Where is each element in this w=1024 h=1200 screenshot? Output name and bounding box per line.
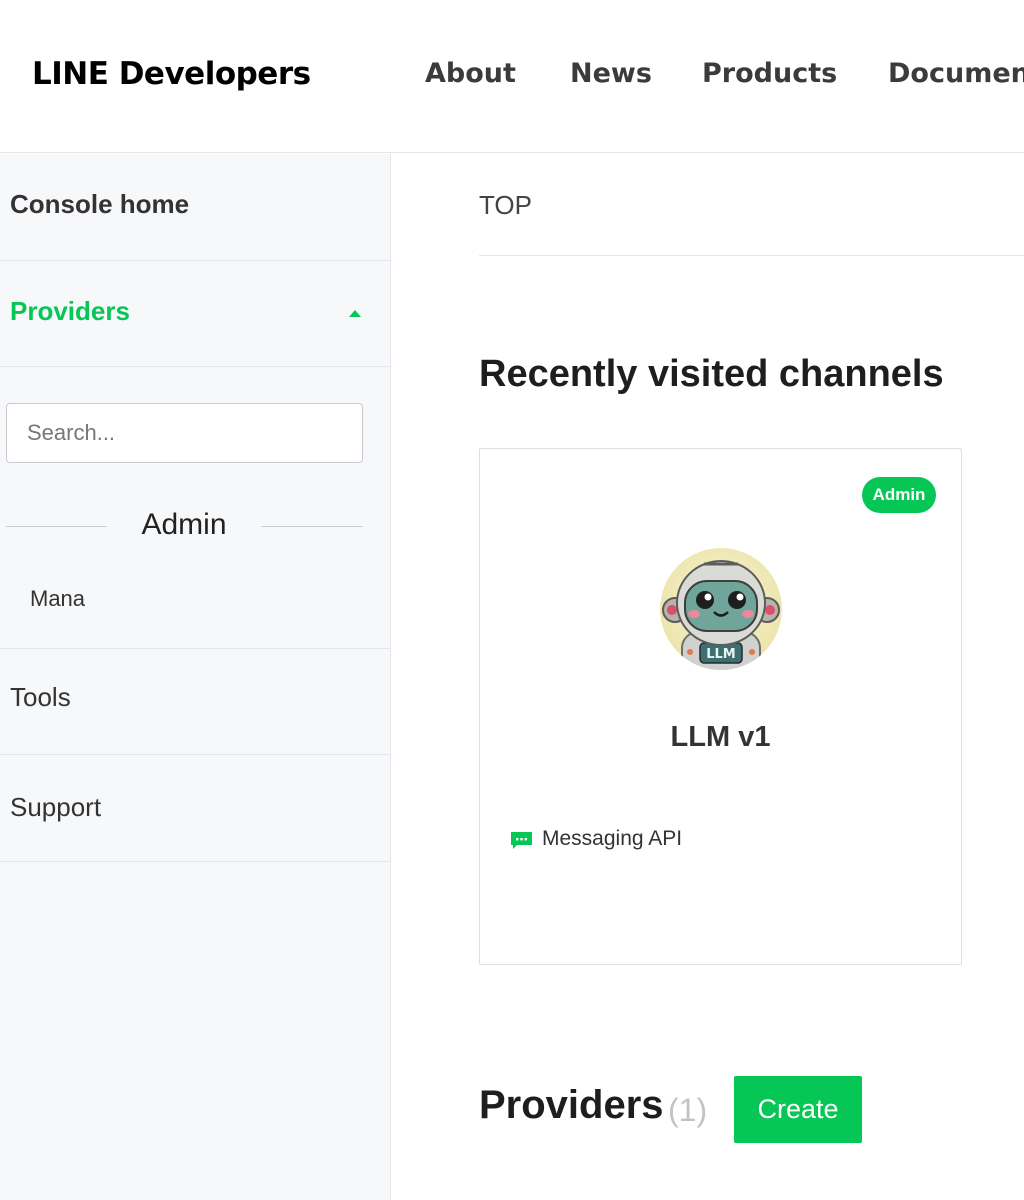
breadcrumb-divider bbox=[479, 255, 1024, 256]
line-developers-logo[interactable]: LINE Developers bbox=[32, 56, 311, 92]
nav-news[interactable]: News bbox=[570, 58, 652, 89]
caret-up-icon[interactable] bbox=[349, 310, 361, 317]
avatar-chest-text: LLM bbox=[706, 647, 736, 662]
providers-count: (1) bbox=[668, 1092, 708, 1128]
providers-panel: Admin Mana bbox=[0, 367, 390, 649]
providers-section-title: Providers bbox=[479, 1083, 664, 1127]
messaging-api-icon bbox=[511, 832, 532, 849]
nav-documents[interactable]: Documen bbox=[888, 58, 1024, 89]
main-content: TOP Recently visited channels Admin LLM bbox=[391, 154, 1024, 1200]
sidebar-item-support[interactable]: Support bbox=[0, 755, 390, 862]
channel-card[interactable]: Admin LLM LLM v1 Messaging API bbox=[479, 448, 962, 965]
channel-avatar: LLM bbox=[660, 548, 782, 670]
sidebar-item-providers[interactable]: Providers bbox=[0, 261, 390, 367]
sidebar-item-label: Console home bbox=[10, 189, 190, 219]
provider-group-label: Admin bbox=[141, 508, 227, 541]
nav-products[interactable]: Products bbox=[702, 58, 837, 89]
channel-type-label: Messaging API bbox=[542, 827, 683, 850]
nav-about[interactable]: About bbox=[425, 58, 516, 89]
sidebar-item-tools[interactable]: Tools bbox=[0, 649, 390, 755]
create-provider-button[interactable]: Create bbox=[734, 1076, 862, 1143]
top-header: LINE Developers About News Products Docu… bbox=[0, 0, 1024, 153]
sidebar: Console home Providers Admin Mana Tools … bbox=[0, 154, 391, 1200]
robot-avatar-icon: LLM bbox=[660, 548, 782, 670]
breadcrumb[interactable]: TOP bbox=[479, 190, 532, 221]
sidebar-item-label: Tools bbox=[10, 682, 71, 712]
admin-badge: Admin bbox=[862, 477, 936, 513]
provider-search-input[interactable] bbox=[6, 403, 363, 463]
provider-item[interactable]: Mana bbox=[30, 586, 85, 612]
channel-name: LLM v1 bbox=[670, 721, 771, 753]
sidebar-item-label: Providers bbox=[10, 296, 130, 326]
sidebar-item-label: Support bbox=[10, 792, 102, 822]
recent-channels-title: Recently visited channels bbox=[479, 353, 944, 395]
sidebar-item-console-home[interactable]: Console home bbox=[0, 154, 390, 261]
